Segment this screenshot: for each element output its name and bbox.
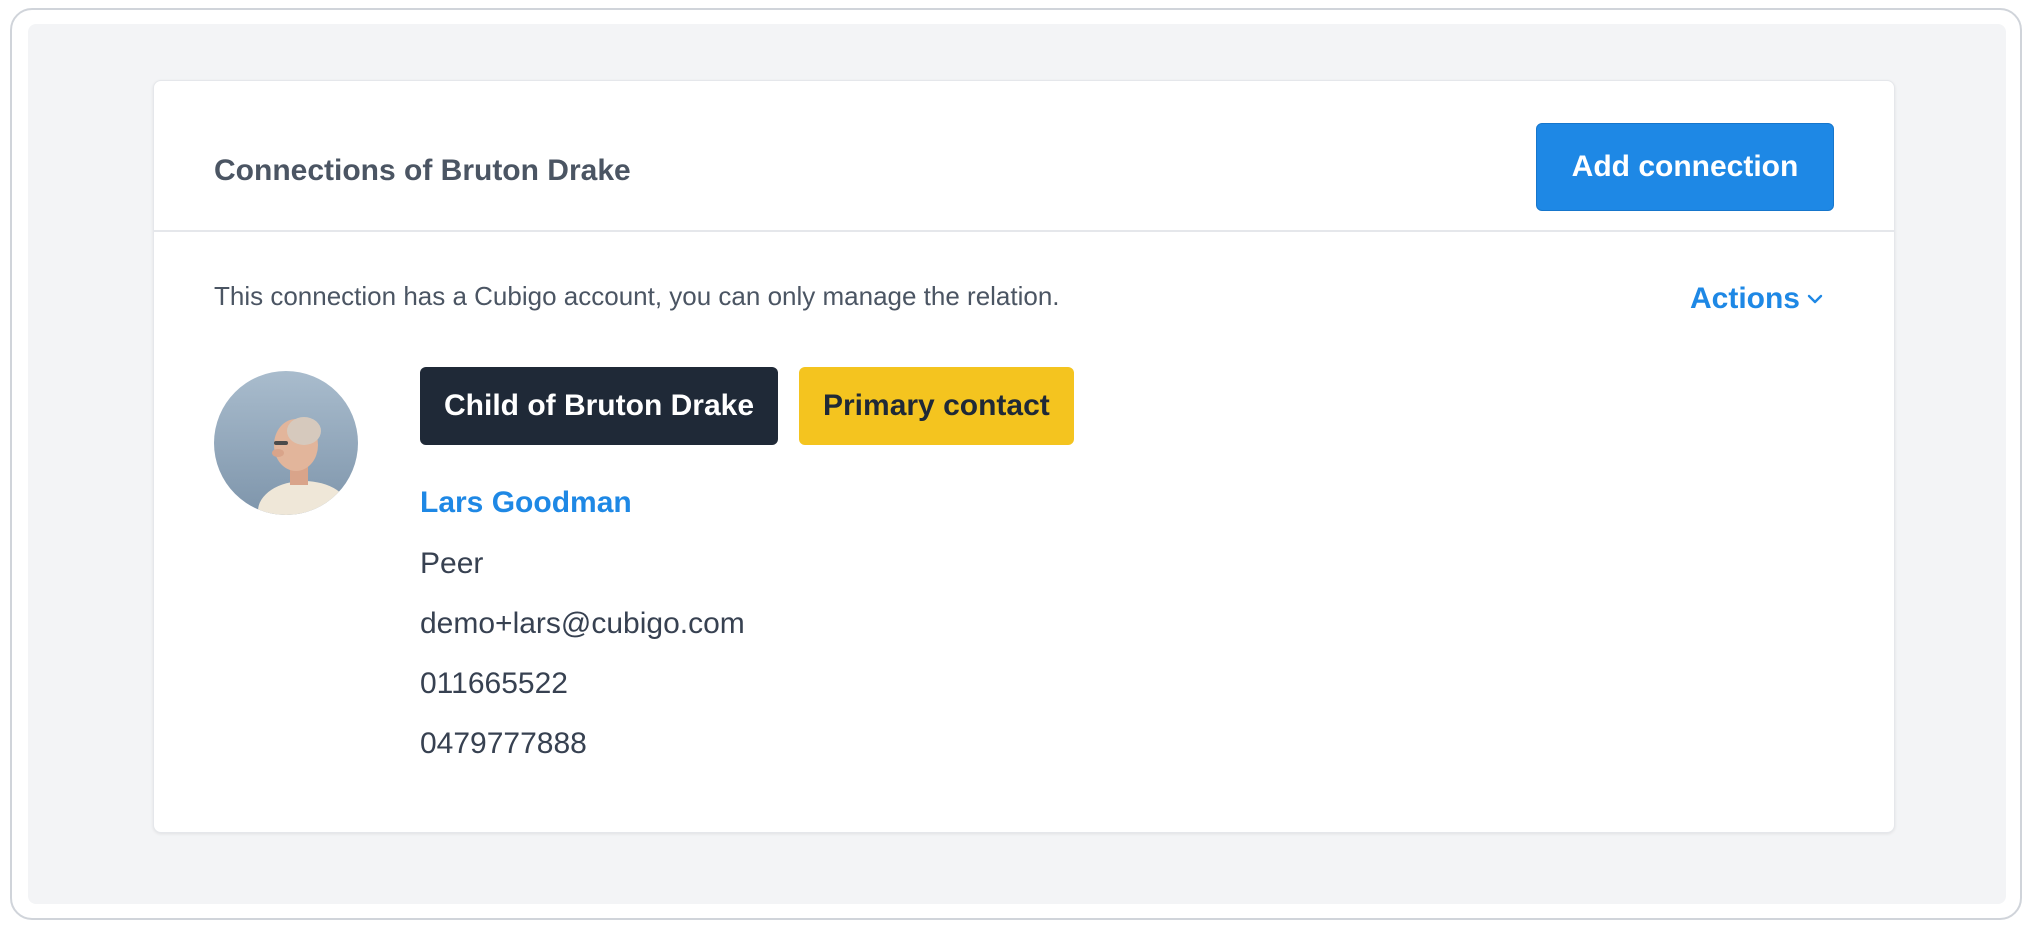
card-header: Connections of Bruton Drake Add connecti… — [154, 81, 1894, 232]
contact-mobile: 0479777888 — [420, 727, 587, 760]
actions-label: Actions — [1689, 282, 1800, 315]
contact-name-link[interactable]: Lars Goodman — [420, 483, 632, 523]
chevron-down-icon — [1807, 294, 1823, 304]
card-title: Connections of Bruton Drake — [214, 154, 631, 187]
relationship-badge: Child of Bruton Drake — [420, 367, 779, 445]
person-photo-icon — [214, 371, 358, 515]
primary-contact-badge: Primary contact — [799, 367, 1074, 445]
add-connection-button[interactable]: Add connection — [1536, 123, 1834, 211]
contact-email: demo+lars@cubigo.com — [420, 607, 745, 640]
account-info-text: This connection has a Cubigo account, yo… — [214, 281, 1060, 311]
contact-relation: Peer — [420, 547, 484, 580]
connections-card: Connections of Bruton Drake Add connecti… — [153, 80, 1895, 833]
avatar — [214, 371, 358, 515]
actions-dropdown[interactable]: Actions — [1690, 279, 1824, 319]
contact-phone: 011665522 — [420, 667, 568, 700]
